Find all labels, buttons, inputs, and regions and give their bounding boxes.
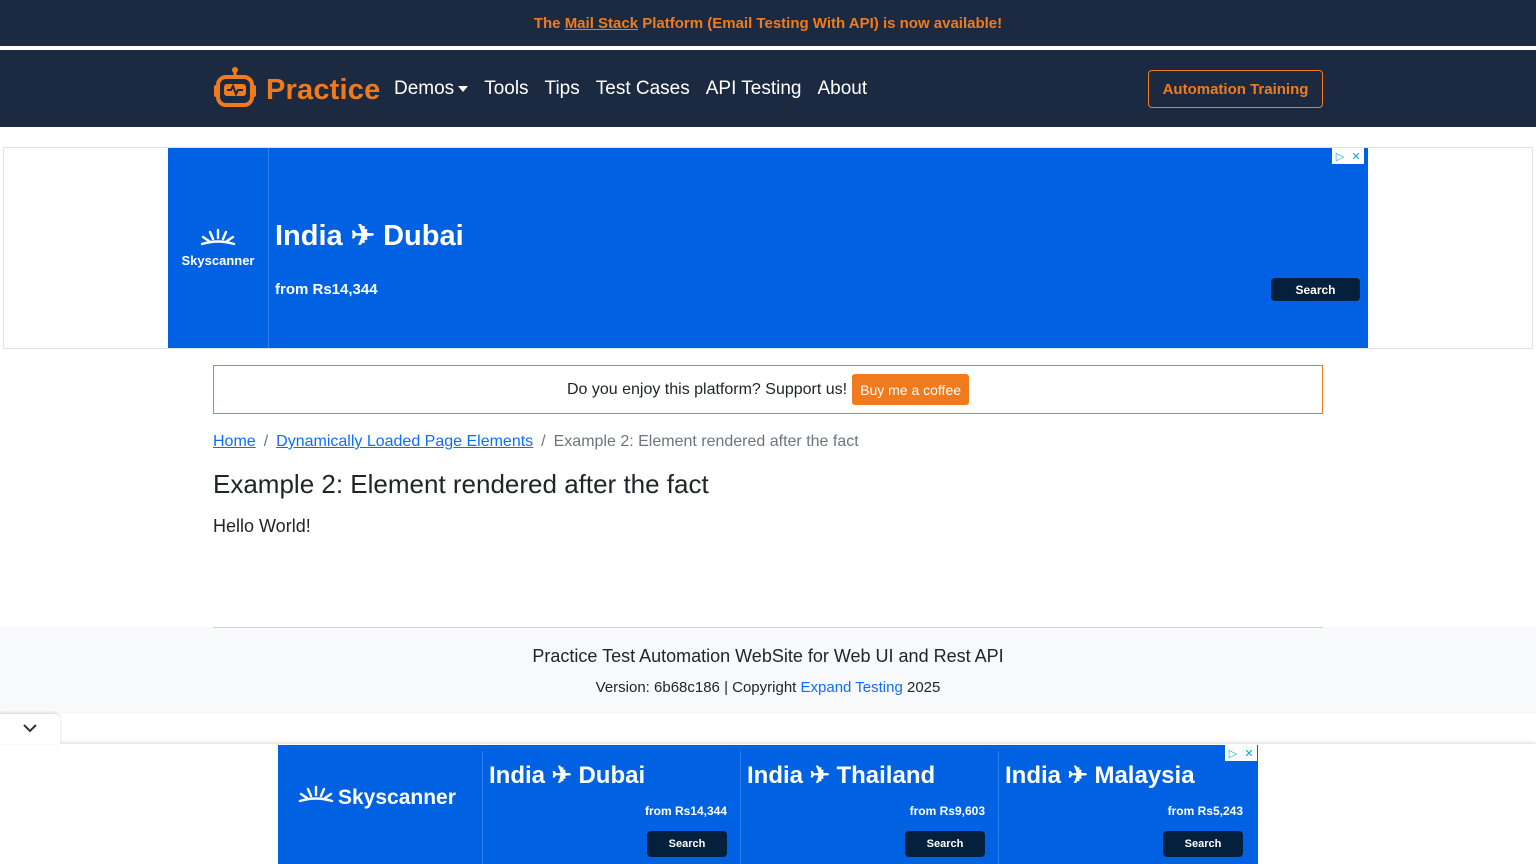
ad-card-headline: India ✈ Dubai — [489, 762, 646, 789]
adchoices-badge[interactable]: ▷ ✕ — [1225, 745, 1257, 761]
footer: Practice Test Automation WebSite for Web… — [0, 627, 1536, 714]
ad-search-button[interactable]: Search — [1271, 278, 1360, 301]
adchoices-badge[interactable]: ▷ ✕ — [1332, 148, 1364, 164]
plane-icon: ✈ — [551, 762, 572, 789]
nav-menu: Demos Tools Tips Test Cases API Testing … — [394, 78, 883, 100]
skyscanner-sun-icon — [200, 228, 236, 253]
nav-tools[interactable]: Tools — [484, 78, 528, 100]
adchoices-icon[interactable]: ▷ — [1332, 148, 1348, 164]
breadcrumb-current: Example 2: Element rendered after the fa… — [553, 433, 859, 450]
ad-card-headline: India ✈ Malaysia — [1005, 762, 1195, 789]
buy-coffee-button[interactable]: Buy me a coffee — [852, 374, 970, 405]
skyscanner-logo-text: Skyscanner — [338, 785, 456, 809]
adchoices-icon[interactable]: ▷ — [1225, 745, 1241, 761]
ad-card-headline: India ✈ Thailand — [747, 762, 936, 789]
skyscanner-logo-text: Skyscanner — [181, 253, 255, 268]
plane-icon: ✈ — [1067, 762, 1088, 789]
ad-card-search-button[interactable]: Search — [647, 831, 727, 857]
close-icon[interactable]: ✕ — [1241, 745, 1257, 761]
collapse-ad-button[interactable] — [0, 714, 60, 744]
ad-card[interactable]: India ✈ Malaysia from Rs5,243 Search — [998, 751, 1249, 864]
breadcrumb-home[interactable]: Home — [213, 433, 256, 451]
skyscanner-sun-icon — [298, 785, 334, 810]
nav-api-testing[interactable]: API Testing — [706, 78, 802, 100]
brand-link[interactable]: Practice — [212, 66, 380, 115]
page-title: Example 2: Element rendered after the fa… — [213, 469, 709, 499]
ad-card-search-button[interactable]: Search — [1163, 831, 1243, 857]
robot-logo-icon — [212, 66, 258, 115]
nav-about[interactable]: About — [818, 78, 868, 100]
nav-test-cases[interactable]: Test Cases — [596, 78, 690, 100]
nav-tips[interactable]: Tips — [545, 78, 580, 100]
chevron-down-icon[interactable] — [22, 720, 38, 738]
ad-card-price: from Rs14,344 — [644, 804, 727, 818]
breadcrumb-separator: / — [263, 433, 269, 450]
footer-title: Practice Test Automation WebSite for Web… — [532, 646, 1004, 666]
plane-icon: ✈ — [809, 762, 830, 789]
ad-card-price: from Rs9,603 — [909, 804, 985, 818]
breadcrumb-parent[interactable]: Dynamically Loaded Page Elements — [276, 433, 533, 451]
ad-card-search-button[interactable]: Search — [905, 831, 985, 857]
close-icon[interactable]: ✕ — [1348, 148, 1364, 164]
support-banner: Do you enjoy this platform? Support us! … — [213, 365, 1323, 414]
footer-divider — [213, 627, 1323, 628]
caret-down-icon — [458, 86, 469, 92]
brand-text: Practice — [266, 74, 381, 106]
ad-card[interactable]: India ✈ Thailand from Rs9,603 Search — [740, 751, 991, 864]
announcement-bar: The Mail Stack Platform (Email Testing W… — [0, 0, 1536, 48]
ad-price: from Rs14,344 — [275, 281, 378, 298]
bottom-anchor-ad[interactable]: Skyscanner India ✈ Dubai from Rs14,344 S… — [278, 745, 1258, 864]
ad-logo-panel: Skyscanner — [168, 148, 269, 348]
breadcrumb-separator: / — [541, 433, 546, 450]
plane-icon: ✈ — [350, 220, 376, 252]
ad-card-price: from Rs5,243 — [1167, 804, 1243, 818]
nav-demos[interactable]: Demos — [394, 78, 469, 100]
main-navbar: Practice Demos Tools Tips Test Cases API… — [0, 50, 1536, 127]
automation-training-button[interactable]: Automation Training — [1148, 70, 1323, 108]
announcement-text: The Mail Stack Platform (Email Testing W… — [533, 14, 1003, 32]
top-banner-ad[interactable]: Skyscanner India ✈ Dubai from Rs14,344 S… — [168, 148, 1368, 348]
loaded-element-text: Hello World! — [213, 516, 311, 536]
ad-headline: India ✈ Dubai — [275, 220, 464, 252]
support-text: Do you enjoy this platform? Support us! — [566, 380, 848, 398]
ad-logo: Skyscanner — [298, 785, 456, 810]
breadcrumb: Home / Dynamically Loaded Page Elements … — [213, 433, 859, 451]
ad-card[interactable]: India ✈ Dubai from Rs14,344 Search — [482, 751, 733, 864]
mail-stack-link[interactable]: Mail Stack — [565, 15, 638, 32]
footer-copyright: Version: 6b68c186 | Copyright Expand Tes… — [595, 679, 941, 696]
expand-testing-link[interactable]: Expand Testing — [801, 679, 903, 696]
